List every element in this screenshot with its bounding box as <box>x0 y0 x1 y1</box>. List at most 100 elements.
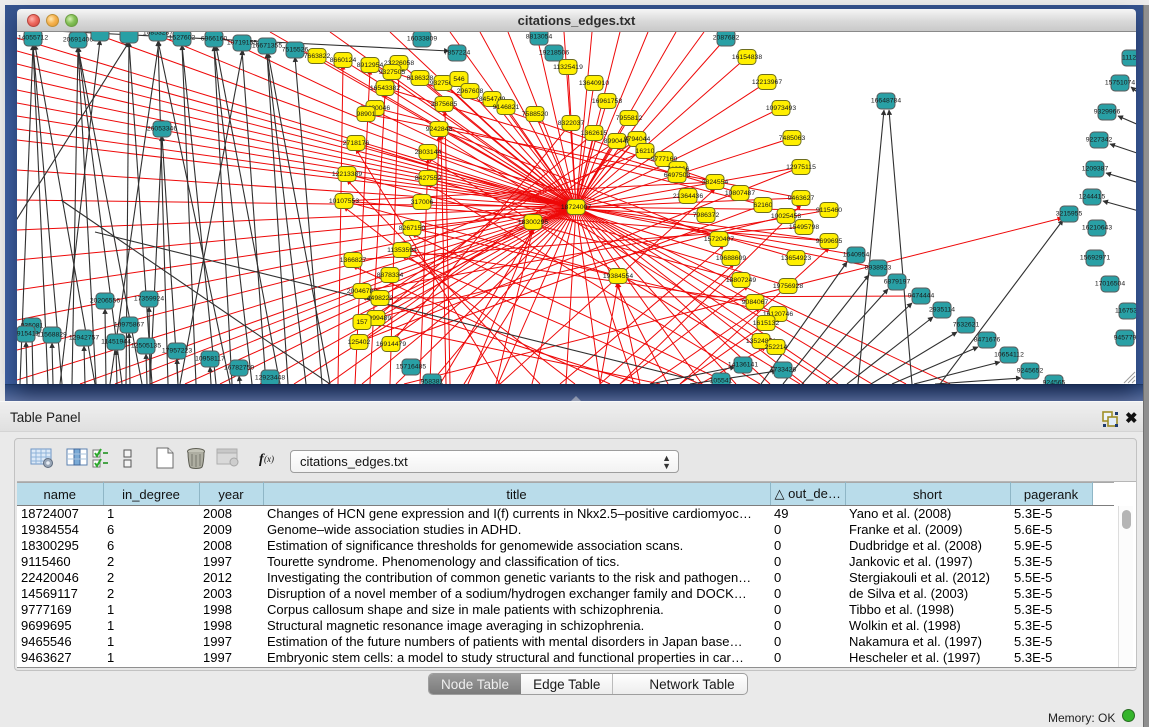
svg-text:16543382: 16543382 <box>370 85 400 92</box>
svg-text:9084067: 9084067 <box>742 299 769 306</box>
svg-text:11325419: 11325419 <box>553 64 583 71</box>
svg-text:12213967: 12213967 <box>752 79 782 86</box>
svg-text:12505135: 12505135 <box>131 343 161 350</box>
svg-text:21364436: 21364436 <box>673 193 703 200</box>
svg-text:3215955: 3215955 <box>1056 211 1083 218</box>
svg-text:10807487: 10807487 <box>725 190 755 197</box>
svg-text:10975867: 10975867 <box>114 322 144 329</box>
svg-text:1527602: 1527602 <box>169 35 196 42</box>
svg-text:2967608: 2967608 <box>457 88 484 95</box>
svg-text:546: 546 <box>453 76 465 83</box>
svg-text:1167533: 1167533 <box>1115 308 1136 315</box>
svg-text:16210: 16210 <box>636 148 655 155</box>
svg-text:14055712: 14055712 <box>18 35 48 42</box>
svg-text:9146821: 9146821 <box>493 104 520 111</box>
svg-text:15751074: 15751074 <box>1105 80 1135 87</box>
svg-text:15716485: 15716485 <box>396 364 426 371</box>
svg-text:9474444: 9474444 <box>908 293 935 300</box>
svg-text:1366827: 1366827 <box>340 257 367 264</box>
svg-text:8322037: 8322037 <box>558 120 585 127</box>
svg-text:17016504: 17016504 <box>1095 281 1125 288</box>
svg-text:10688609: 10688609 <box>716 255 746 262</box>
svg-text:8813054: 8813054 <box>526 34 553 41</box>
svg-text:11451944: 11451944 <box>101 339 131 346</box>
svg-text:8878334: 8878334 <box>377 272 404 279</box>
svg-text:10654112: 10654112 <box>994 352 1024 359</box>
svg-text:98901: 98901 <box>357 111 376 118</box>
svg-text:11124: 11124 <box>1122 55 1136 62</box>
svg-text:19384554: 19384554 <box>603 273 633 280</box>
svg-text:7857224: 7857224 <box>444 50 471 57</box>
svg-text:12923448: 12923448 <box>255 375 285 382</box>
svg-text:11353594: 11353594 <box>387 247 417 254</box>
svg-text:16648784: 16648784 <box>871 98 901 105</box>
svg-text:18807249: 18807249 <box>726 277 756 284</box>
svg-text:2803144: 2803144 <box>415 149 442 156</box>
svg-text:18300295: 18300295 <box>518 219 548 226</box>
svg-text:8267150: 8267150 <box>399 225 426 232</box>
svg-text:7663822: 7663822 <box>304 53 331 60</box>
svg-text:10973493: 10973493 <box>766 105 796 112</box>
svg-text:11568829: 11568829 <box>37 332 67 339</box>
svg-text:125402: 125402 <box>348 339 371 346</box>
svg-text:6966160: 6966160 <box>201 36 228 43</box>
svg-text:13640910: 13640910 <box>579 80 609 87</box>
svg-text:16671355: 16671355 <box>252 43 282 50</box>
svg-text:3875685: 3875685 <box>431 101 458 108</box>
svg-text:9327505: 9327505 <box>379 69 406 76</box>
svg-text:252214: 252214 <box>765 344 788 351</box>
svg-text:16033809: 16033809 <box>407 36 437 43</box>
svg-text:12213389: 12213389 <box>332 171 362 178</box>
svg-text:8471676: 8471676 <box>974 337 1001 344</box>
svg-text:10107553: 10107553 <box>329 198 359 205</box>
svg-text:105541: 105541 <box>710 378 733 385</box>
svg-text:16914479: 16914479 <box>376 341 406 348</box>
svg-text:9463627: 9463627 <box>788 195 815 202</box>
svg-text:1209387: 1209387 <box>1082 166 1109 173</box>
svg-text:14136141: 14136141 <box>728 362 758 369</box>
svg-text:12942757: 12942757 <box>69 335 99 342</box>
svg-text:924565: 924565 <box>1043 380 1066 385</box>
svg-text:16154838: 16154838 <box>732 54 762 61</box>
svg-text:2087682: 2087682 <box>713 35 740 42</box>
svg-text:17359924: 17359924 <box>134 296 164 303</box>
svg-text:16210643: 16210643 <box>1082 225 1112 232</box>
svg-text:62160: 62160 <box>754 202 773 209</box>
svg-text:1362615: 1362615 <box>581 130 608 137</box>
svg-text:8660124: 8660124 <box>330 57 357 64</box>
svg-text:8427552: 8427552 <box>415 175 442 182</box>
svg-text:3824554: 3824554 <box>702 179 729 186</box>
svg-text:1615132: 1615132 <box>753 320 780 327</box>
svg-text:958381: 958381 <box>421 379 444 385</box>
svg-text:(x): (x) <box>264 454 274 464</box>
svg-text:26053346: 26053346 <box>147 126 177 133</box>
svg-text:7485063: 7485063 <box>779 135 806 142</box>
svg-text:7588520: 7588520 <box>522 111 549 118</box>
svg-text:7632621: 7632621 <box>953 322 980 329</box>
svg-text:16782759: 16782759 <box>224 365 254 372</box>
svg-text:9329966: 9329966 <box>1094 109 1121 116</box>
svg-text:317006: 317006 <box>411 199 434 206</box>
svg-text:1733426: 1733426 <box>770 367 797 374</box>
svg-text:8938923: 8938923 <box>865 265 892 272</box>
svg-text:1640954: 1640954 <box>843 252 870 259</box>
svg-text:1244415: 1244415 <box>1079 194 1106 201</box>
svg-text:4498222: 4498222 <box>367 295 394 302</box>
svg-text:12975115: 12975115 <box>786 164 816 171</box>
svg-text:7986372: 7986372 <box>693 212 720 219</box>
svg-text:9794044: 9794044 <box>624 136 651 143</box>
svg-text:10025458: 10025458 <box>771 213 801 220</box>
svg-text:20206556: 20206556 <box>90 298 120 305</box>
svg-text:2718176: 2718176 <box>343 140 370 147</box>
svg-text:16961758: 16961758 <box>592 98 622 105</box>
svg-text:157: 157 <box>356 319 368 326</box>
svg-text:15495798: 15495798 <box>789 224 819 231</box>
svg-text:6879197: 6879197 <box>884 279 911 286</box>
svg-text:6497508: 6497508 <box>664 172 691 179</box>
svg-text:18724007: 18724007 <box>561 204 591 211</box>
svg-text:19756928: 19756928 <box>773 283 803 290</box>
svg-text:19218506: 19218506 <box>539 50 569 57</box>
svg-text:9227342: 9227342 <box>1086 137 1113 144</box>
svg-text:9699695: 9699695 <box>816 238 843 245</box>
svg-text:20691406: 20691406 <box>63 37 93 44</box>
